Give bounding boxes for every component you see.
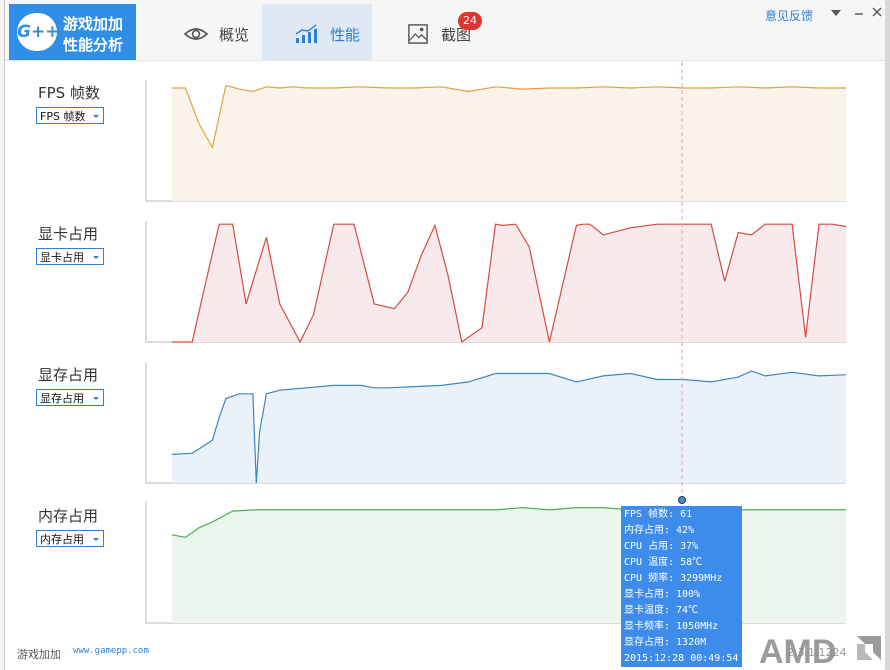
main-window: G++ 游戏加加 性能分析 概览 性能 截图 24 意见反馈 FPS 帧数 FP…: [4, 0, 887, 670]
tooltip-timestamp: 2015:12:28 00:49:54: [624, 653, 739, 664]
tooltip-line: 显卡频率: 1050MHz: [624, 621, 719, 632]
footer-app-name: 游戏加加: [17, 648, 61, 661]
tooltip-line: 显卡温度: 74℃: [624, 605, 699, 616]
performance-charts: [145, 62, 847, 624]
window-edge: [885, 0, 890, 670]
amd-logo-text: AMD: [759, 633, 836, 668]
data-tooltip: FPS 帧数: 61 内存占用: 42% CPU 占用: 37% CPU 温度:…: [621, 506, 742, 667]
tooltip-line: FPS 帧数: 61: [624, 509, 693, 520]
tooltip-line: CPU 占用: 37%: [624, 541, 699, 552]
chart-area-vram: [172, 371, 846, 483]
chart-area-ram: [172, 506, 846, 623]
amd-logo: AMD: [759, 633, 881, 668]
tooltip-line: 显存占用: 1320M: [624, 637, 707, 648]
hover-point-marker: [678, 496, 686, 504]
tooltip-line: 显卡占用: 100%: [624, 589, 701, 600]
tooltip-line: CPU 温度: 58℃: [624, 557, 703, 568]
chart-area-fps: [172, 85, 846, 201]
footer-website-link[interactable]: www.gamepp.com: [73, 646, 149, 656]
tooltip-line: 内存占用: 42%: [624, 525, 695, 536]
tooltip-line: CPU 频率: 3299MHz: [624, 573, 723, 584]
chart-area-gpu: [172, 224, 846, 342]
